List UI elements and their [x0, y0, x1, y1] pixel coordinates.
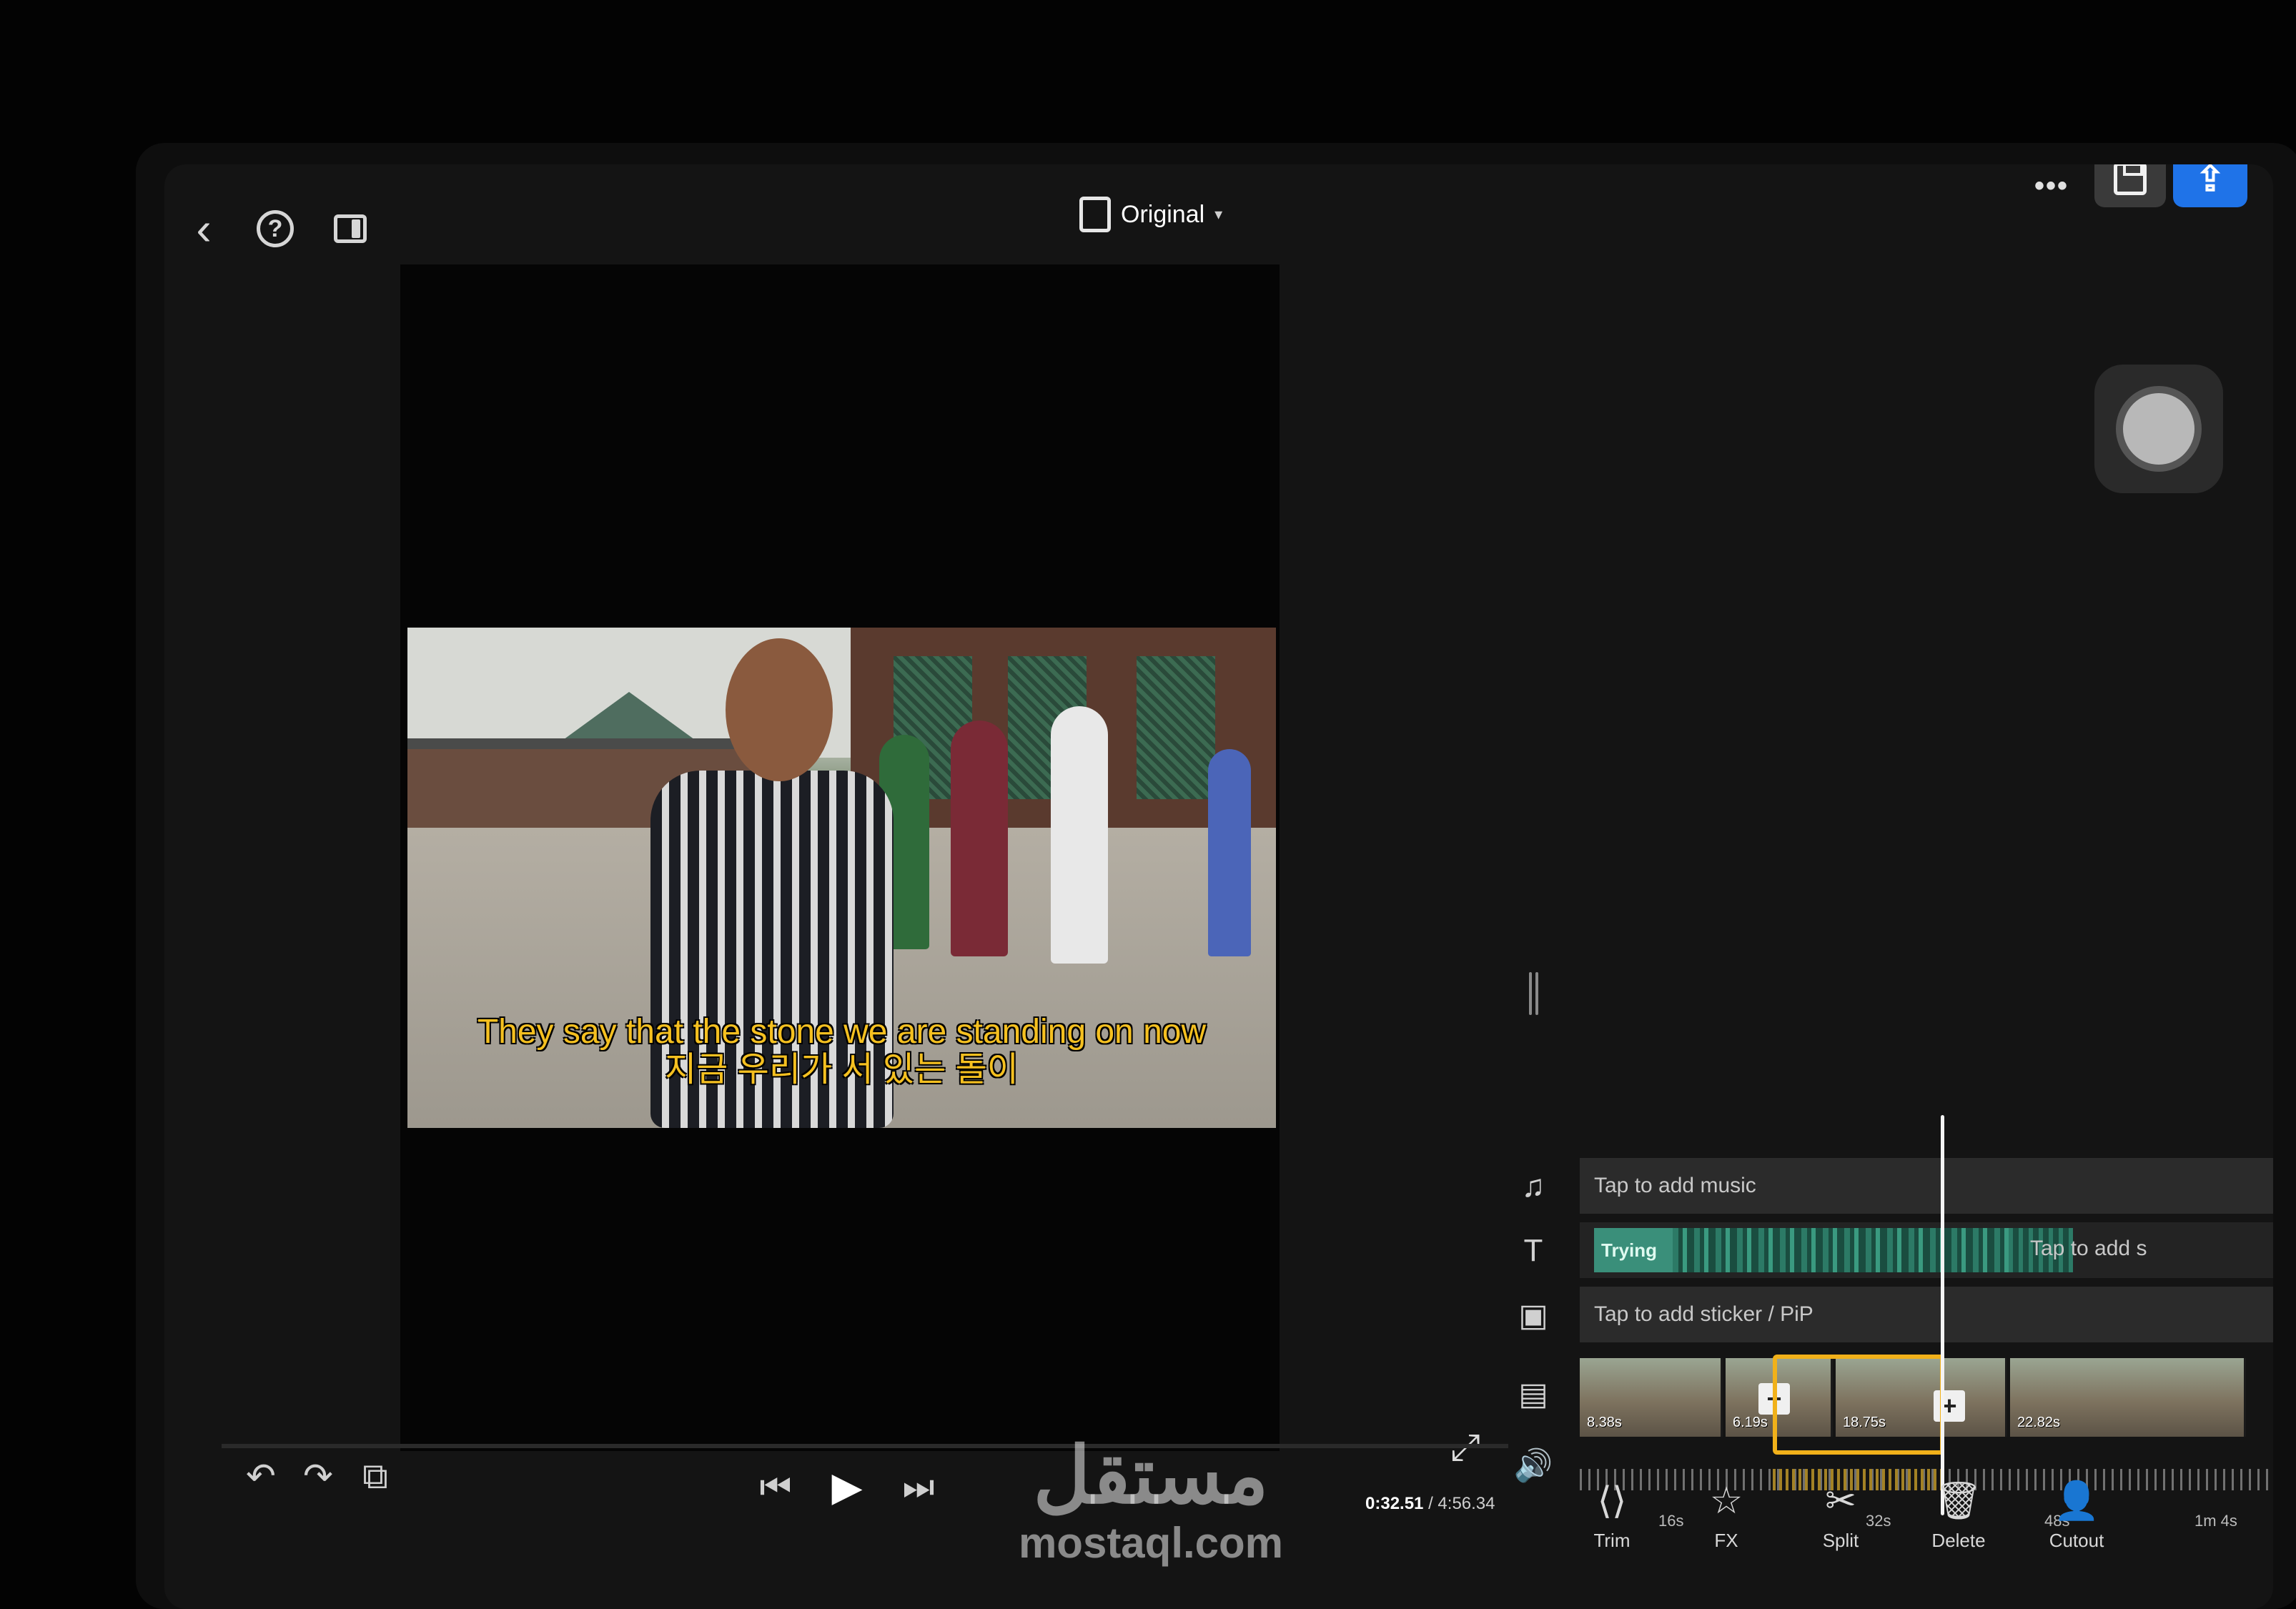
text-track-hint: Tap to add s [2030, 1237, 2147, 1260]
music-add-icon[interactable]: ♫ [1508, 1165, 1558, 1208]
panel-resize-handle[interactable] [1526, 972, 1540, 1022]
trim-button[interactable]: ⟨⟩ Trim [1573, 1480, 1651, 1552]
text-clip-label: Trying [1601, 1239, 1658, 1261]
export-button[interactable]: ⇪ [2173, 164, 2247, 207]
person-cutout-icon: 👤 [2053, 1480, 2100, 1522]
split-label: Split [1822, 1530, 1859, 1551]
subtitle-english: They say that the stone we are standing … [477, 1013, 1207, 1051]
share-upload-icon: ⇪ [2195, 164, 2225, 199]
music-track[interactable]: Tap to add music [1580, 1158, 2273, 1214]
record-button[interactable] [2094, 365, 2223, 493]
help-icon[interactable]: ? [250, 204, 300, 254]
delete-button[interactable]: 🗑 Delete [1919, 1480, 1998, 1552]
watermark: مستقل mostaql.com [986, 1437, 1315, 1568]
question-mark-icon: ? [257, 210, 294, 247]
clip-duration: 22.82s [2017, 1415, 2061, 1430]
video-bystander [1208, 749, 1251, 956]
video-presenter-face [726, 638, 833, 781]
editor-screen: ‹ ? Original ▾ ••• ⇪ They say that the s… [164, 164, 2273, 1609]
back-chevron-icon[interactable]: ‹ [179, 203, 229, 254]
playhead[interactable] [1941, 1115, 1944, 1515]
temple-lattice [1137, 656, 1215, 799]
timecode: 0:32.51 / 4:56.34 [1365, 1494, 1495, 1514]
skip-back-icon[interactable]: ⏮ [751, 1462, 801, 1512]
photo-background: ‹ ? Original ▾ ••• ⇪ They say that the s… [0, 0, 2296, 1609]
record-circle-icon [2116, 386, 2202, 472]
sticker-track[interactable]: Tap to add sticker / PiP [1580, 1287, 2273, 1342]
layout-toggle-icon[interactable] [325, 204, 375, 254]
panel-layout-icon [334, 214, 367, 243]
fx-label: FX [1714, 1530, 1738, 1551]
delete-label: Delete [1931, 1530, 1986, 1551]
video-bystander [951, 721, 1008, 956]
play-icon[interactable]: ▶ [822, 1462, 872, 1512]
video-clip[interactable]: 8.38s [1580, 1358, 1723, 1437]
scissors-icon: ✂ [1825, 1480, 1856, 1522]
skip-forward-icon[interactable]: ⏭ [894, 1462, 944, 1512]
video-bystander [1051, 706, 1108, 964]
current-time: 0:32.51 [1365, 1494, 1424, 1513]
total-time: 4:56.34 [1438, 1494, 1495, 1513]
text-track[interactable]: Trying Tap to add s [1580, 1222, 2273, 1278]
split-button[interactable]: ✂ Split [1801, 1480, 1880, 1552]
compare-icon[interactable]: ⧉ [350, 1451, 400, 1501]
video-frame: They say that the stone we are standing … [407, 628, 1276, 1128]
text-clip-bars [1673, 1228, 2009, 1272]
watermark-arabic: مستقل [1033, 1432, 1269, 1520]
watermark-latin: mostaql.com [1018, 1519, 1284, 1567]
text-clip[interactable]: Trying [1594, 1228, 1673, 1272]
trash-icon: 🗑 [1934, 1480, 1982, 1522]
dropdown-caret-icon: ▾ [1214, 205, 1223, 223]
playback-divider [222, 1444, 1508, 1448]
ruler-label: 1m 4s [2194, 1512, 2237, 1530]
volume-icon[interactable]: 🔊 [1508, 1444, 1558, 1487]
redo-icon[interactable]: ↷ [293, 1451, 343, 1501]
timeline-panel: ♫ T ▣ ▤ 🔊 Tap to add music Trying Tap to… [1508, 1115, 2273, 1530]
aspect-ratio-selector[interactable]: Original ▾ [1079, 186, 1222, 243]
fx-button[interactable]: ☆ FX [1687, 1480, 1766, 1552]
sticker-add-icon[interactable]: ▣ [1508, 1294, 1558, 1337]
save-button[interactable] [2094, 164, 2166, 207]
trim-icon: ⟨⟩ [1597, 1480, 1627, 1522]
clip-duration: 8.38s [1587, 1415, 1622, 1430]
aspect-frame-icon [1079, 197, 1111, 232]
ruler-label: 16s [1658, 1512, 1684, 1530]
undo-icon[interactable]: ↶ [236, 1451, 286, 1501]
cutout-label: Cutout [2049, 1530, 2104, 1551]
more-options-icon[interactable]: ••• [2023, 164, 2080, 207]
trim-label: Trim [1593, 1530, 1631, 1551]
floppy-disk-icon [2114, 164, 2147, 195]
time-separator: / [1423, 1494, 1438, 1513]
video-add-icon[interactable]: ▤ [1508, 1372, 1558, 1415]
star-fx-icon: ☆ [1709, 1480, 1743, 1522]
cutout-button[interactable]: 👤 Cutout [2037, 1480, 2116, 1552]
clip-duration: 6.19s [1733, 1415, 1768, 1430]
subtitle-korean: 지금 우리가 서 있는 돌이 [665, 1050, 1019, 1089]
aspect-ratio-label: Original [1121, 200, 1205, 228]
selected-clip-outline[interactable] [1773, 1355, 1944, 1455]
video-clip[interactable]: 22.82s [2010, 1358, 2246, 1437]
music-track-hint: Tap to add music [1594, 1174, 1756, 1197]
sticker-track-hint: Tap to add sticker / PiP [1594, 1302, 1813, 1326]
video-subtitle: They say that the stone we are standing … [407, 1013, 1276, 1089]
text-add-icon[interactable]: T [1508, 1229, 1558, 1272]
